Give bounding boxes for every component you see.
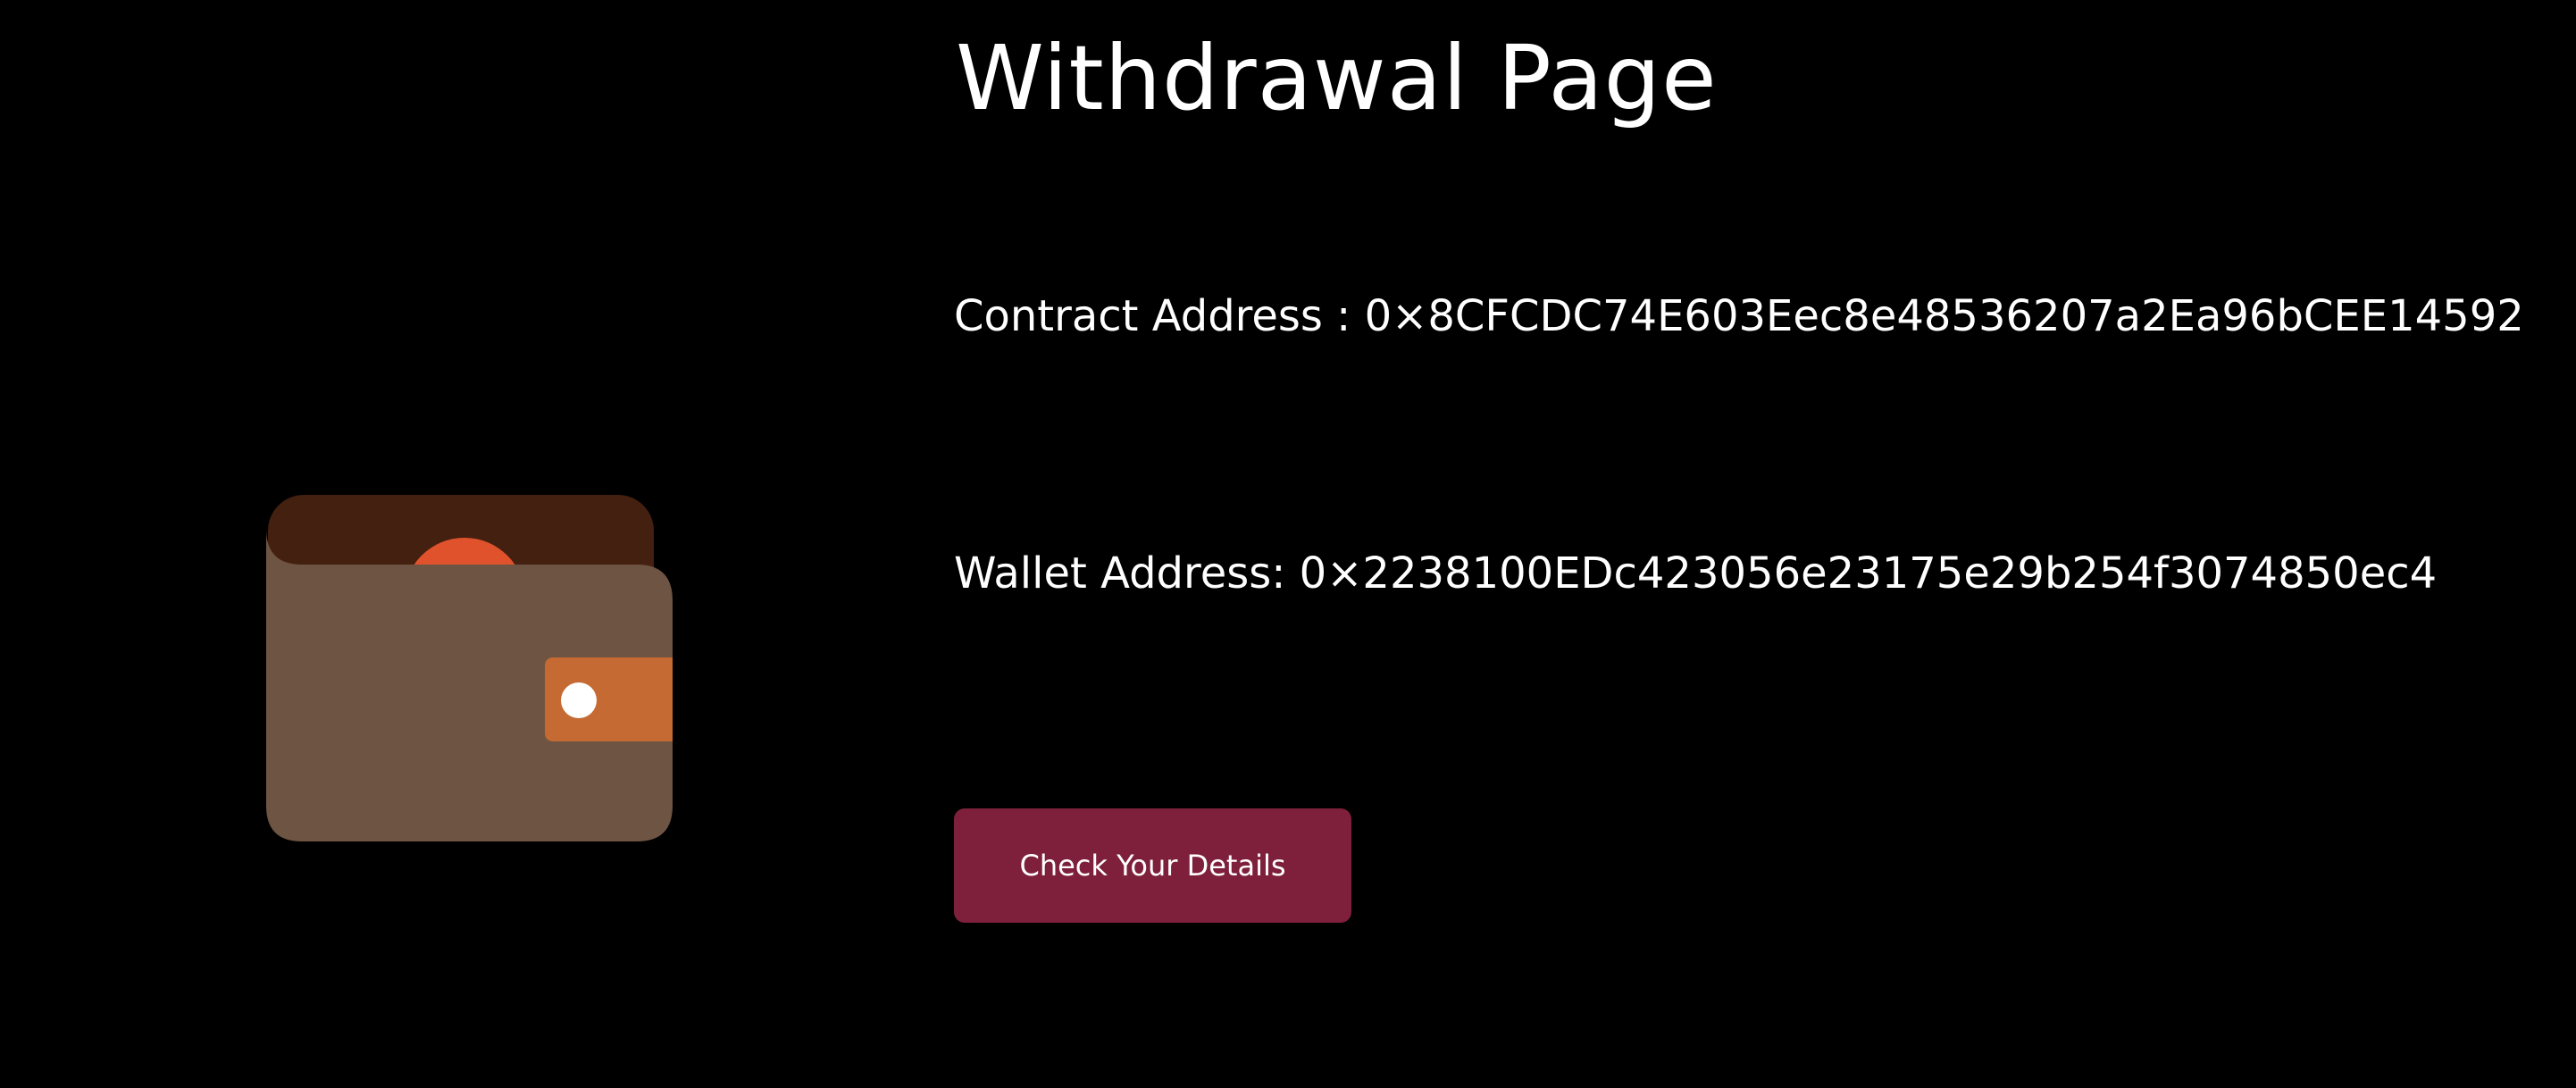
wallet-address-value: 0×2238100EDc423056e23175e29b254f3074850e…	[1299, 548, 2438, 598]
wallet-clasp-button	[561, 682, 597, 718]
contract-address-value: 0×8CFCDC74E603Eec8e48536207a2Ea96bCEE145…	[1364, 291, 2524, 341]
check-details-button[interactable]: Check Your Details	[954, 808, 1351, 923]
wallet-address: Wallet Address: 0×2238100EDc423056e23175…	[954, 548, 2437, 600]
contract-address: Contract Address : 0×8CFCDC74E603Eec8e48…	[954, 291, 2524, 343]
wallet-icon	[266, 493, 677, 843]
wallet-address-label: Wallet Address:	[954, 548, 1300, 598]
contract-address-label: Contract Address :	[954, 291, 1365, 341]
page-title: Withdrawal Page	[956, 26, 1718, 130]
